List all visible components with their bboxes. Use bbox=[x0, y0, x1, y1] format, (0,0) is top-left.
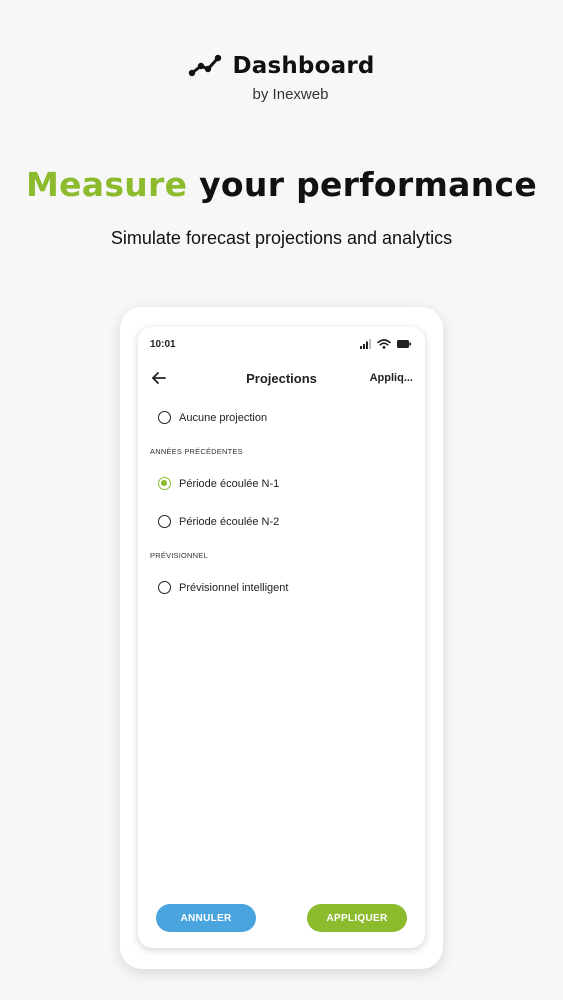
apply-action-link[interactable]: Appliq... bbox=[370, 372, 413, 384]
page: Dashboard by Inexweb Measure your perfor… bbox=[0, 0, 563, 1000]
hero-heading: Measure your performance bbox=[0, 165, 563, 204]
option-smart-forecast[interactable]: Prévisionnel intelligent bbox=[158, 581, 288, 594]
status-icons bbox=[360, 339, 411, 349]
option-label-no-projection: Aucune projection bbox=[179, 411, 268, 424]
signal-icon bbox=[360, 339, 371, 349]
brand-subtitle: by Inexweb bbox=[252, 86, 329, 103]
brand-row: Dashboard bbox=[188, 52, 374, 80]
battery-icon bbox=[397, 340, 411, 348]
hero-accent: Measure bbox=[25, 165, 188, 204]
status-bar: 10:01 bbox=[138, 327, 425, 361]
cancel-button[interactable]: ANNULER bbox=[156, 904, 256, 932]
option-label-period-n1: Période écoulée N-1 bbox=[179, 477, 280, 490]
option-no-projection[interactable]: Aucune projection bbox=[158, 411, 267, 424]
trend-line-icon bbox=[189, 54, 222, 77]
phone-mockup: 10:01 Projections Appliq... Aucune proje… bbox=[120, 307, 443, 969]
apply-button[interactable]: APPLIQUER bbox=[307, 904, 407, 932]
app-bar: Projections Appliq... bbox=[138, 365, 425, 391]
option-label-smart-forecast: Prévisionnel intelligent bbox=[179, 581, 289, 594]
wifi-icon bbox=[377, 339, 391, 349]
radio-period-n1[interactable] bbox=[158, 477, 171, 490]
section-previous-years: ANNÉES PRÉCÉDENTES bbox=[150, 447, 243, 456]
section-forecast: PRÉVISIONNEL bbox=[150, 551, 208, 560]
option-period-n1[interactable]: Période écoulée N-1 bbox=[158, 477, 279, 490]
brand-title: Dashboard bbox=[232, 53, 375, 79]
hero-rest: your performance bbox=[199, 165, 538, 204]
hero-tagline: Simulate forecast projections and analyt… bbox=[110, 228, 453, 248]
option-period-n2[interactable]: Période écoulée N-2 bbox=[158, 515, 279, 528]
radio-period-n2[interactable] bbox=[158, 515, 171, 528]
radio-no-projection[interactable] bbox=[158, 411, 171, 424]
brand-header: Dashboard by Inexweb bbox=[0, 52, 563, 103]
radio-smart-forecast[interactable] bbox=[158, 581, 171, 594]
option-label-period-n2: Période écoulée N-2 bbox=[179, 515, 280, 528]
status-time: 10:01 bbox=[150, 338, 176, 350]
phone-screen: 10:01 Projections Appliq... Aucune proje… bbox=[138, 327, 425, 948]
